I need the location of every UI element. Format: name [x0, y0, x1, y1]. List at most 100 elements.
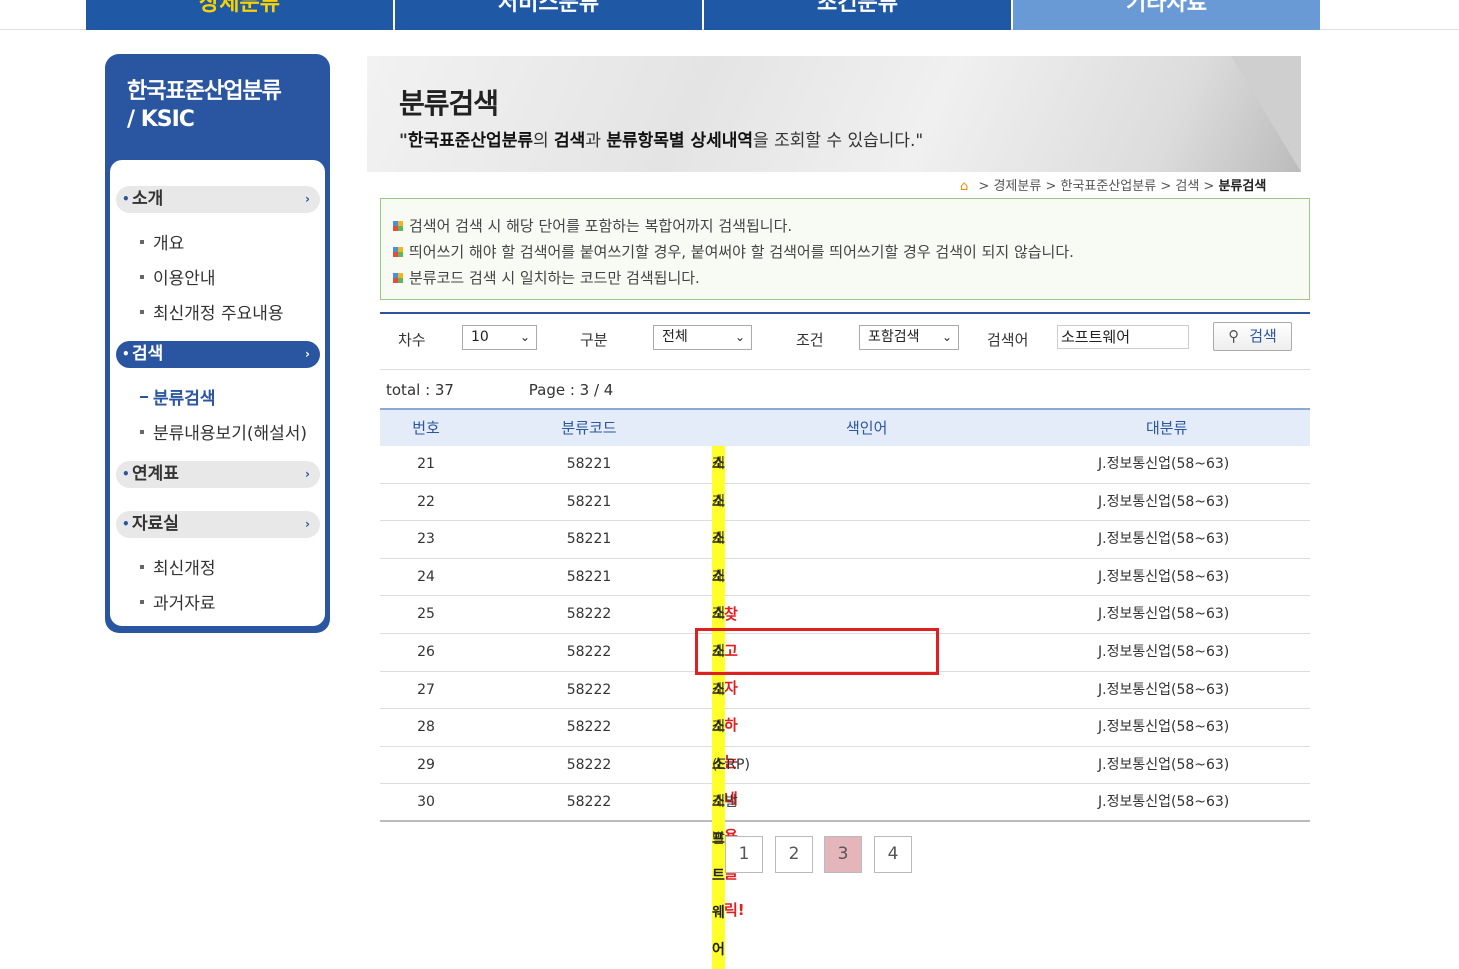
- row-major-category: J.정보통신업(58~63): [1098, 531, 1230, 548]
- revision-select[interactable]: 10 ⌄: [462, 325, 537, 350]
- sidebar-item-latest[interactable]: 최신개정: [140, 558, 216, 580]
- condition-select[interactable]: 포함검색 ⌄: [859, 325, 959, 350]
- search-notice: 검색어 검색 시 해당 단어를 포함하는 복합어까지 검색됩니다. 띄어쓰기 해…: [380, 198, 1310, 300]
- chevron-right-icon: ›: [305, 192, 310, 206]
- sidebar-item-revision-summary[interactable]: 최신개정 주요내용: [140, 303, 284, 325]
- result-summary: total : 37 Page : 3 / 4: [386, 381, 613, 399]
- row-major-category: J.정보통신업(58~63): [1098, 456, 1230, 472]
- row-code: 58222: [566, 719, 612, 736]
- breadcrumb-item[interactable]: 경제분류: [993, 179, 1041, 194]
- sidebar-cat-linktable[interactable]: 연계표 ›: [116, 461, 320, 488]
- page-banner: 분류검색 "한국표준산업분류의 검색과 분류항목별 상세내역을 조회할 수 있습…: [367, 56, 1301, 172]
- row-code: 58221: [566, 531, 612, 548]
- row-number: 23: [417, 531, 435, 548]
- top-tab-other[interactable]: 기타자료: [1013, 0, 1320, 30]
- row-major-category: J.정보통신업(58~63): [1098, 643, 1230, 660]
- table-row[interactable]: 2358221임베디드용 시스템소프트웨어 개발J.정보통신업(58~63): [380, 521, 1310, 806]
- table-row[interactable]: 2258221시스템 관리 소프트웨어 개발J.정보통신업(58~63): [380, 483, 1310, 669]
- row-number: 26: [417, 643, 435, 660]
- row-major-category: J.정보통신업(58~63): [1098, 719, 1230, 736]
- sidebar-cat-label: 소개: [132, 189, 164, 209]
- row-number: 21: [417, 456, 435, 472]
- notice-line: 띄어쓰기 해야 할 검색어를 붙여쓰기할 경우, 붙여써야 할 검색어를 띄어쓰…: [393, 239, 1309, 265]
- row-number: 27: [417, 681, 435, 698]
- type-select[interactable]: 전체 ⌄: [653, 325, 752, 350]
- page-link-1[interactable]: 1: [725, 836, 763, 873]
- table-row[interactable]: 2458221시스템소프트웨어 개발J.정보통신업(58~63): [380, 558, 1310, 744]
- top-navigation: 상세분류 서비스분류 조건분류 기타자료: [0, 0, 1459, 30]
- table-header: 번호 분류코드 색인어 대분류: [380, 408, 1310, 446]
- row-number: 28: [417, 719, 435, 736]
- sidebar: 한국표준산업분류 / KSIC 소개 › 개요 이용안내 최신개정 주요내용 검…: [105, 54, 330, 633]
- row-code: 58222: [566, 794, 612, 811]
- brand-subtitle: / KSIC: [127, 107, 195, 132]
- row-code: 58221: [566, 456, 612, 472]
- revision-label: 차수: [398, 331, 426, 349]
- search-bar: 차수 10 ⌄ 구분 전체 ⌄ 조건 포함검색 ⌄ 검색어 소프트웨어 ⚲ 검색: [380, 312, 1310, 370]
- table-row[interactable]: 2158221유틸리티 소프트웨어 개발J.정보통신업(58~63): [380, 446, 1310, 631]
- header-index-term: 색인어: [846, 419, 888, 437]
- breadcrumb-current: 분류검색: [1218, 179, 1267, 194]
- chevron-right-icon: ›: [305, 467, 310, 481]
- sidebar-item-commentary[interactable]: 분류내용보기(해설서): [140, 423, 307, 445]
- chevron-down-icon: ⌄: [519, 330, 530, 344]
- notice-line: 분류코드 검색 시 일치하는 코드만 검색됩니다.: [393, 265, 1309, 291]
- sidebar-menu: 소개 › 개요 이용안내 최신개정 주요내용 검색 › 분류검색 분류내용보기(…: [110, 160, 325, 626]
- highlight-box: [695, 628, 939, 675]
- row-code: 58221: [566, 493, 612, 510]
- table-row[interactable]: 2858222임베디드용 응용 소프트웨어 개발J.정보통신업(58~63): [380, 709, 1310, 957]
- page-indicator: Page : 3 / 4: [528, 381, 614, 399]
- search-icon: ⚲: [1228, 327, 1240, 345]
- row-number: 30: [417, 794, 435, 811]
- table-row[interactable]: 3058222회계용 소프트웨어 개발J.정보통신업(58~63): [380, 784, 1310, 969]
- page-description: "한국표준산업분류의 검색과 분류항목별 상세내역을 조회할 수 있습니다.": [399, 131, 924, 151]
- row-major-category: J.정보통신업(58~63): [1098, 493, 1230, 510]
- header-number: 번호: [412, 419, 440, 437]
- row-major-category: J.정보통신업(58~63): [1098, 681, 1230, 698]
- notice-line: 검색어 검색 시 해당 단어를 포함하는 복합어까지 검색됩니다.: [393, 213, 1309, 239]
- keyword-label: 검색어: [987, 331, 1029, 349]
- chevron-down-icon: ⌄: [941, 330, 952, 344]
- sidebar-cat-archive[interactable]: 자료실 ›: [116, 511, 320, 538]
- results-table: 번호 분류코드 색인어 대분류 2158221유틸리티 소프트웨어 개발J.정보…: [380, 408, 1310, 969]
- top-tab-detail[interactable]: 상세분류: [86, 0, 393, 30]
- chevron-right-icon: ›: [305, 347, 310, 361]
- grid-bullet-icon: [393, 272, 403, 283]
- chevron-down-icon: ⌄: [734, 330, 745, 344]
- page-link-4[interactable]: 4: [874, 836, 912, 873]
- sidebar-item-guide[interactable]: 이용안내: [140, 268, 216, 290]
- table-row[interactable]: 2958222기업관리용 소프트웨어(ERP) 개발J.정보통신업(58~63): [380, 746, 1310, 932]
- page-link-2[interactable]: 2: [775, 836, 813, 873]
- row-code: 58222: [566, 681, 612, 698]
- sidebar-cat-search[interactable]: 검색 ›: [116, 341, 320, 368]
- row-major-category: J.정보통신업(58~63): [1098, 606, 1230, 623]
- sidebar-item-classification-search[interactable]: 분류검색: [140, 388, 216, 410]
- top-tab-condition[interactable]: 조건분류: [704, 0, 1011, 30]
- row-number: 24: [417, 568, 435, 585]
- table-row[interactable]: 2758222모바일 응용 소프트웨어 개발J.정보통신업(58~63): [380, 671, 1310, 857]
- home-icon[interactable]: ⌂: [960, 179, 968, 194]
- brand-title: 한국표준산업분류: [127, 79, 282, 104]
- row-number: 29: [417, 756, 435, 773]
- top-tab-service[interactable]: 서비스분류: [395, 0, 702, 30]
- header-major-category: 대분류: [1146, 419, 1188, 437]
- page-link-3[interactable]: 3: [824, 836, 862, 873]
- search-input[interactable]: 소프트웨어: [1057, 325, 1189, 349]
- search-button[interactable]: ⚲ 검색: [1213, 322, 1292, 351]
- header-code: 분류코드: [561, 419, 617, 437]
- breadcrumb-item[interactable]: 한국표준산업분류: [1060, 179, 1156, 194]
- row-number: 22: [417, 493, 435, 510]
- sidebar-cat-label: 검색: [132, 344, 164, 364]
- row-code: 58222: [566, 643, 612, 660]
- sidebar-item-overview[interactable]: 개요: [140, 233, 184, 255]
- condition-label: 조건: [796, 331, 824, 349]
- breadcrumb-item[interactable]: 검색: [1175, 179, 1199, 194]
- row-major-category: J.정보통신업(58~63): [1098, 794, 1230, 811]
- row-code: 58221: [566, 568, 612, 585]
- row-major-category: J.정보통신업(58~63): [1098, 756, 1230, 773]
- chevron-right-icon: ›: [305, 517, 310, 531]
- sidebar-item-past[interactable]: 과거자료: [140, 593, 216, 615]
- page-title: 분류검색: [399, 87, 499, 120]
- sidebar-cat-intro[interactable]: 소개 ›: [116, 186, 320, 213]
- row-code: 58222: [566, 606, 612, 623]
